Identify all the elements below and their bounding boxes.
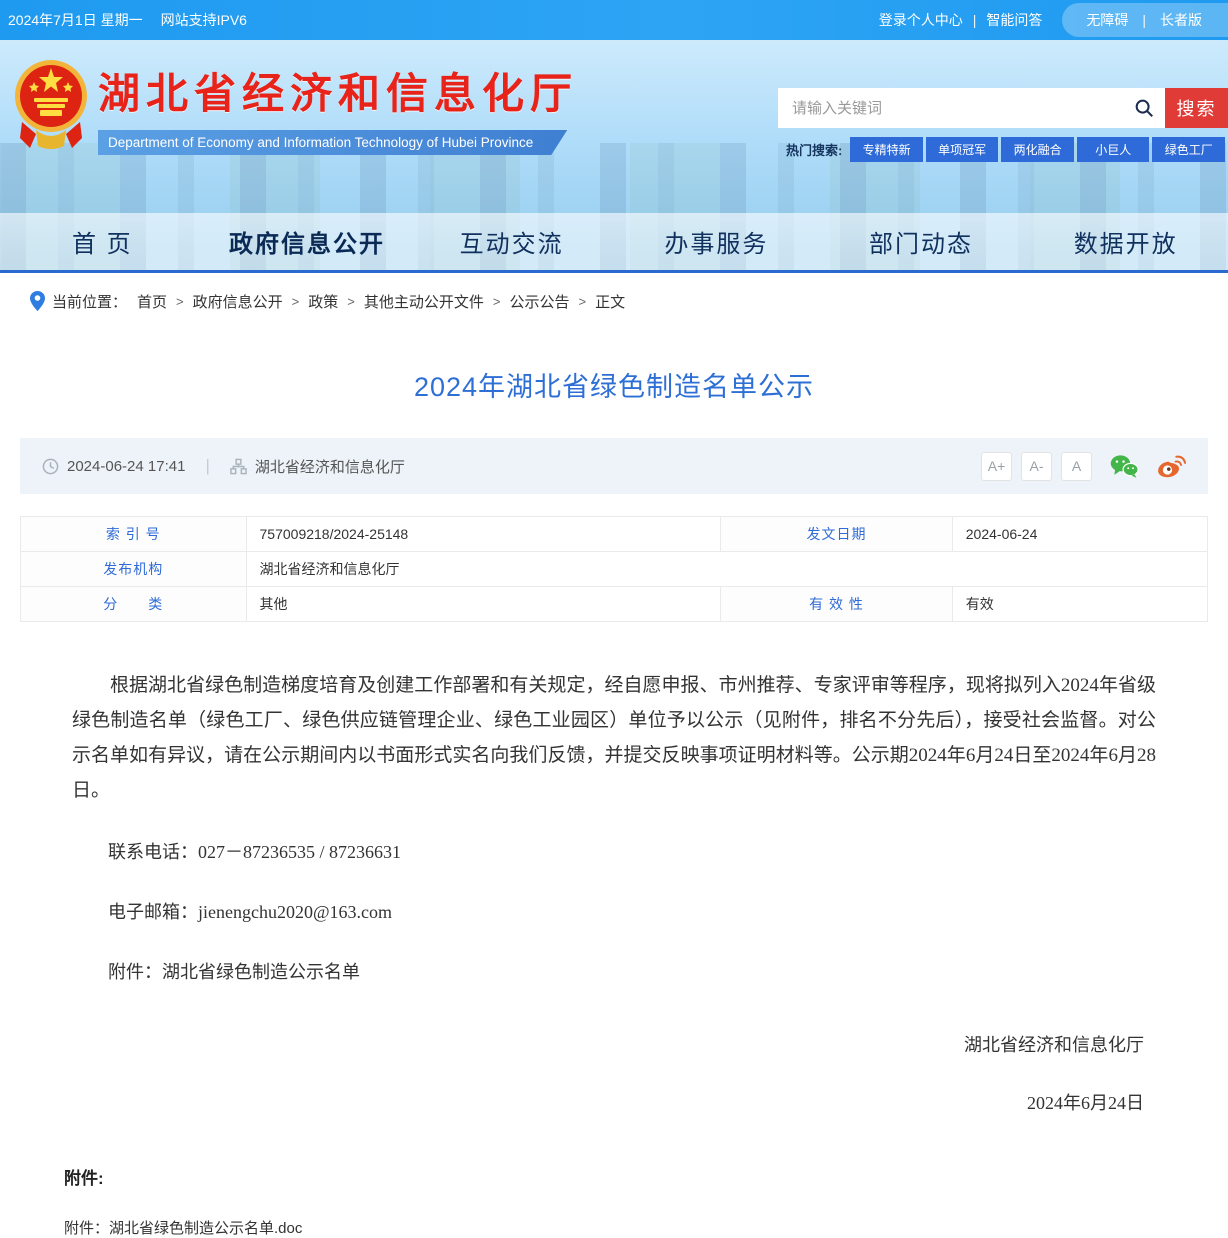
hot-search-label: 热门搜索: <box>786 140 842 159</box>
hot-word-danxiangguanjun[interactable]: 单项冠军 <box>926 137 999 162</box>
crumb-separator: > <box>578 294 586 309</box>
pill-divider: | <box>1142 12 1146 28</box>
main-nav: 首 页 政府信息公开 互动交流 办事服务 部门动态 数据开放 <box>0 213 1228 273</box>
meta-divider: | <box>205 456 209 476</box>
nav-item-services[interactable]: 办事服务 <box>614 224 819 259</box>
contact-email-line: 电子邮箱：jienengchu2020@163.com <box>72 896 1156 929</box>
site-brand[interactable]: 湖北省经济和信息化厅 Department of Economy and Inf… <box>14 46 578 155</box>
publisher-value: 湖北省经济和信息化厅 <box>246 552 1207 587</box>
location-pin-icon <box>30 291 45 311</box>
index-number-label: 索 引 号 <box>21 517 247 552</box>
search-box <box>778 88 1165 128</box>
signature-block: 湖北省经济和信息化厅 2024年6月24日 <box>72 1029 1156 1120</box>
nav-item-gov-info[interactable]: 政府信息公开 <box>205 224 410 259</box>
article-title: 2024年湖北省绿色制造名单公示 <box>0 365 1228 404</box>
search-button[interactable]: 搜索 <box>1165 88 1228 128</box>
brand-text: 湖北省经济和信息化厅 Department of Economy and Inf… <box>98 46 578 155</box>
elder-version-link[interactable]: 长者版 <box>1160 10 1202 30</box>
nav-item-open-data[interactable]: 数据开放 <box>1023 224 1228 259</box>
crumb-home[interactable]: 首页 <box>137 291 167 312</box>
clock-icon <box>42 458 59 475</box>
hot-search-row: 热门搜索: 专精特新 单项冠军 两化融合 小巨人 绿色工厂 <box>778 137 1228 162</box>
category-label: 分 类 <box>21 587 247 622</box>
search-area: 搜索 热门搜索: 专精特新 单项冠军 两化融合 小巨人 绿色工厂 <box>778 88 1228 162</box>
font-decrease-button[interactable]: A- <box>1021 452 1052 481</box>
attachment-file-link[interactable]: 附件：湖北省绿色制造公示名单.doc <box>64 1217 1164 1238</box>
publisher-label: 发布机构 <box>21 552 247 587</box>
article-paragraph: 根据湖北省绿色制造梯度培育及创建工作部署和有关规定，经自愿申报、市州推荐、专家评… <box>72 668 1156 809</box>
crumb-other-public-docs[interactable]: 其他主动公开文件 <box>364 291 484 312</box>
accessibility-pill: 无障碍 | 长者版 <box>1062 3 1228 37</box>
smart-qa-link[interactable]: 智能问答 <box>986 10 1042 30</box>
attachments-section: 附件: 附件：湖北省绿色制造公示名单.doc <box>0 1164 1228 1238</box>
weibo-share-icon[interactable] <box>1156 453 1186 479</box>
font-reset-button[interactable]: A <box>1061 452 1092 481</box>
source-name: 湖北省经济和信息化厅 <box>255 456 405 477</box>
topbar-divider: | <box>973 12 977 28</box>
publish-datetime: 2024-06-24 17:41 <box>67 458 185 475</box>
crumb-separator: > <box>176 294 184 309</box>
hot-word-zhuanjingtexin[interactable]: 专精特新 <box>850 137 923 162</box>
site-subtitle-ribbon: Department of Economy and Information Te… <box>98 130 567 155</box>
crumb-policy[interactable]: 政策 <box>308 291 338 312</box>
category-value: 其他 <box>246 587 721 622</box>
hot-word-lvsegongchang[interactable]: 绿色工厂 <box>1152 137 1225 162</box>
crumb-gov-info[interactable]: 政府信息公开 <box>193 291 283 312</box>
issue-date-value: 2024-06-24 <box>952 517 1207 552</box>
article-tools: A+ A- A <box>981 452 1186 481</box>
topbar-right: 登录个人中心 | 智能问答 无障碍 | 长者版 <box>879 3 1228 37</box>
issue-date-label: 发文日期 <box>721 517 952 552</box>
signature-date: 2024年6月24日 <box>72 1087 1144 1120</box>
document-info-table: 索 引 号 757009218/2024-25148 发文日期 2024-06-… <box>20 516 1208 622</box>
topbar-left: 2024年7月1日 星期一 网站支持IPV6 <box>8 10 247 30</box>
crumb-article[interactable]: 正文 <box>595 291 625 312</box>
validity-label: 有 效 性 <box>721 587 952 622</box>
search-row: 搜索 <box>778 88 1228 128</box>
font-increase-button[interactable]: A+ <box>981 452 1012 481</box>
national-emblem-logo <box>14 52 88 152</box>
table-row: 分 类 其他 有 效 性 有效 <box>21 587 1208 622</box>
article-body: 根据湖北省绿色制造梯度培育及创建工作部署和有关规定，经自愿申报、市州推荐、专家评… <box>0 668 1228 1120</box>
ipv6-support-label: 网站支持IPV6 <box>161 10 247 30</box>
site-title: 湖北省经济和信息化厅 <box>98 60 578 121</box>
crumb-separator: > <box>493 294 501 309</box>
login-personal-center-link[interactable]: 登录个人中心 <box>879 10 963 30</box>
breadcrumb: 当前位置： 首页 > 政府信息公开 > 政策 > 其他主动公开文件 > 公示公告… <box>0 273 1228 329</box>
crumb-separator: > <box>347 294 355 309</box>
wechat-share-icon[interactable] <box>1109 453 1139 479</box>
table-row: 索 引 号 757009218/2024-25148 发文日期 2024-06-… <box>21 517 1208 552</box>
crumb-public-notice[interactable]: 公示公告 <box>509 291 569 312</box>
index-number-value: 757009218/2024-25148 <box>246 517 721 552</box>
nav-item-interaction[interactable]: 互动交流 <box>409 224 614 259</box>
crumb-separator: > <box>292 294 300 309</box>
current-date: 2024年7月1日 星期一 <box>8 10 143 30</box>
attachment-reference-line: 附件：湖北省绿色制造公示名单 <box>72 956 1156 989</box>
contact-phone-line: 联系电话：027－87236535 / 87236631 <box>72 836 1156 869</box>
topbar: 2024年7月1日 星期一 网站支持IPV6 登录个人中心 | 智能问答 无障碍… <box>0 0 1228 40</box>
table-row: 发布机构 湖北省经济和信息化厅 <box>21 552 1208 587</box>
accessibility-link[interactable]: 无障碍 <box>1086 10 1128 30</box>
hot-word-xiaojuren[interactable]: 小巨人 <box>1077 137 1150 162</box>
nav-item-home[interactable]: 首 页 <box>0 224 205 259</box>
article-meta-band: 2024-06-24 17:41 | 湖北省经济和信息化厅 A+ A- A <box>20 438 1208 494</box>
hot-word-lianghuaronghe[interactable]: 两化融合 <box>1001 137 1074 162</box>
source-org-icon <box>230 458 247 475</box>
nav-item-department-news[interactable]: 部门动态 <box>819 224 1024 259</box>
breadcrumb-label: 当前位置： <box>52 291 127 312</box>
attachments-heading: 附件: <box>64 1164 1164 1189</box>
site-header: 湖北省经济和信息化厅 Department of Economy and Inf… <box>0 40 1228 273</box>
signature-org: 湖北省经济和信息化厅 <box>72 1029 1144 1062</box>
search-icon[interactable] <box>1133 97 1155 119</box>
validity-value: 有效 <box>952 587 1207 622</box>
search-input[interactable] <box>792 100 1133 117</box>
